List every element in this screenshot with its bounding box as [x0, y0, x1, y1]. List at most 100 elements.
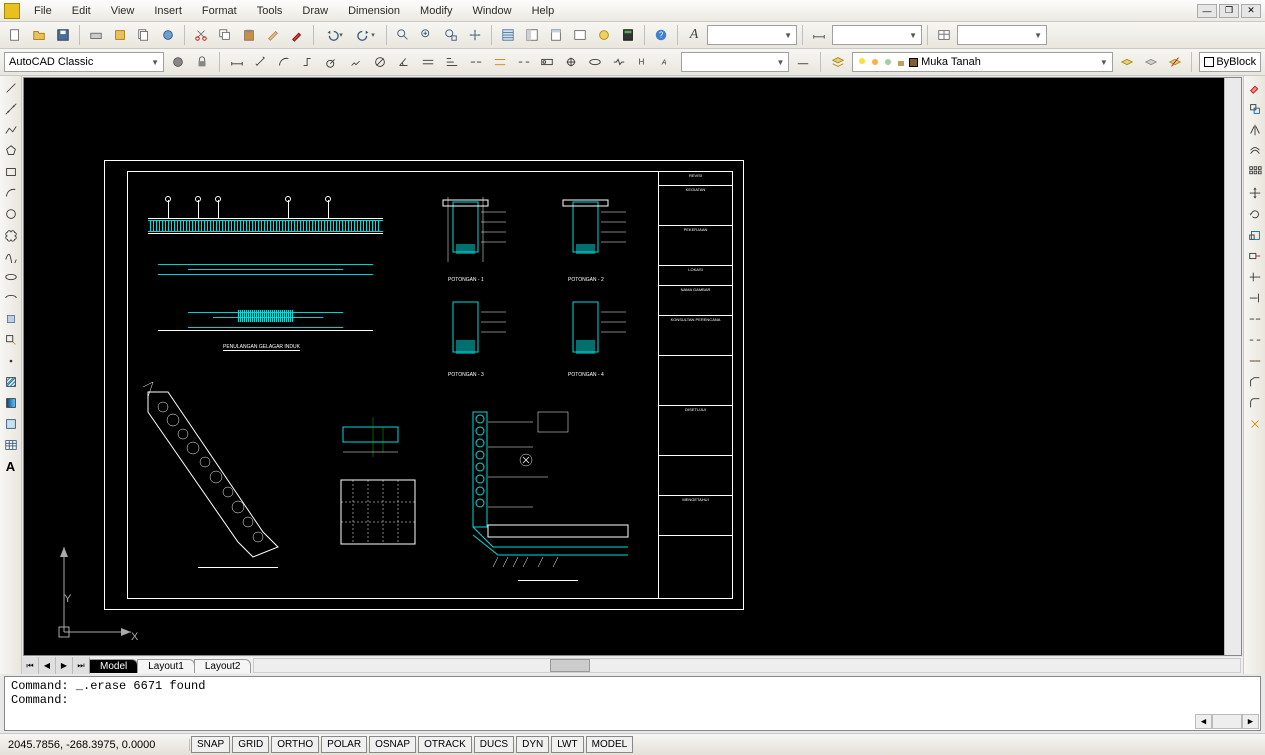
spline-icon[interactable] [1, 246, 21, 266]
dim-aligned-icon[interactable] [251, 51, 271, 73]
region-icon[interactable] [1, 414, 21, 434]
dim-quick-icon[interactable] [418, 51, 438, 73]
menu-view[interactable]: View [101, 2, 145, 20]
offset-icon[interactable] [1245, 141, 1265, 161]
dim-continue-icon[interactable] [466, 51, 486, 73]
layer-tools-3-icon[interactable] [1165, 51, 1185, 73]
array-icon[interactable] [1245, 162, 1265, 182]
make-block-icon[interactable] [1, 330, 21, 350]
menu-modify[interactable]: Modify [410, 2, 462, 20]
menu-window[interactable]: Window [462, 2, 521, 20]
cut-icon[interactable] [190, 24, 212, 46]
polar-toggle[interactable]: POLAR [321, 736, 367, 753]
tab-last-icon[interactable]: ⏭ [73, 657, 90, 674]
extend-icon[interactable] [1245, 288, 1265, 308]
layer-props-icon[interactable] [828, 51, 848, 73]
undo-icon[interactable]: ▾ [319, 24, 349, 46]
dim-radius-icon[interactable] [322, 51, 342, 73]
tab-prev-icon[interactable]: ◀ [39, 657, 56, 674]
dim-break-icon[interactable] [514, 51, 534, 73]
gradient-icon[interactable] [1, 393, 21, 413]
otrack-toggle[interactable]: OTRACK [418, 736, 472, 753]
tab-layout2[interactable]: Layout2 [194, 659, 252, 673]
explode-icon[interactable] [1245, 414, 1265, 434]
pan-icon[interactable] [464, 24, 486, 46]
brush-icon[interactable] [286, 24, 308, 46]
command-window[interactable]: Command: _.erase 6671 found Command: ◀ ▶ [4, 676, 1261, 731]
scroll-thumb[interactable] [1212, 714, 1242, 729]
ellipse-icon[interactable] [1, 267, 21, 287]
ducs-toggle[interactable]: DUCS [474, 736, 514, 753]
table-icon[interactable] [1, 435, 21, 455]
dimstyle-dropdown[interactable]: ▼ [681, 52, 789, 72]
restore-button[interactable]: ❐ [1219, 4, 1239, 18]
help-icon[interactable]: ? [650, 24, 672, 46]
open-icon[interactable] [28, 24, 50, 46]
rectangle-icon[interactable] [1, 162, 21, 182]
layer-tools-1-icon[interactable] [1117, 51, 1137, 73]
trim-icon[interactable] [1245, 267, 1265, 287]
paste-icon[interactable] [238, 24, 260, 46]
mirror-icon[interactable] [1245, 120, 1265, 140]
dim-angular-icon[interactable] [394, 51, 414, 73]
drawing-canvas[interactable]: Y X REVISI KEGIATAN PEKERJAAN LOKASI NAM… [23, 77, 1242, 656]
tolerance-icon[interactable] [537, 51, 557, 73]
menu-format[interactable]: Format [192, 2, 247, 20]
dimstyle-update-icon[interactable] [793, 51, 813, 73]
coordinates-readout[interactable]: 2045.7856, -268.3975, 0.0000 [0, 739, 190, 751]
tool-palettes-icon[interactable] [545, 24, 567, 46]
scroll-right-icon[interactable]: ▶ [1242, 714, 1259, 729]
dim-jogged-icon[interactable] [346, 51, 366, 73]
arc-icon[interactable] [1, 183, 21, 203]
scroll-left-icon[interactable]: ◀ [1195, 714, 1212, 729]
sheet-manager-icon[interactable] [569, 24, 591, 46]
join-icon[interactable] [1245, 351, 1265, 371]
zoom-realtime-icon[interactable] [392, 24, 414, 46]
tab-model[interactable]: Model [89, 659, 138, 673]
move-icon[interactable] [1245, 183, 1265, 203]
zoom-previous-icon[interactable] [440, 24, 462, 46]
center-mark-icon[interactable] [561, 51, 581, 73]
publish-icon[interactable] [109, 24, 131, 46]
menu-draw[interactable]: Draw [292, 2, 338, 20]
plot-icon[interactable] [85, 24, 107, 46]
color-dropdown[interactable]: ByBlock [1199, 52, 1261, 72]
close-button[interactable]: ✕ [1241, 4, 1261, 18]
workspace-lock-icon[interactable] [192, 51, 212, 73]
dim-style-dropdown[interactable]: ▼ [832, 25, 922, 45]
command-scrollbar[interactable]: ◀ ▶ [1195, 714, 1259, 729]
mtext-icon[interactable]: A [1, 456, 21, 476]
dim-inspect-icon[interactable] [585, 51, 605, 73]
design-center-icon[interactable] [521, 24, 543, 46]
pline-icon[interactable] [1, 120, 21, 140]
dim-jogged-linear-icon[interactable] [609, 51, 629, 73]
copy-icon[interactable] [214, 24, 236, 46]
menu-tools[interactable]: Tools [247, 2, 293, 20]
text-style-icon[interactable]: A [683, 24, 705, 46]
hatch-icon[interactable] [1, 372, 21, 392]
dim-arc-icon[interactable] [275, 51, 295, 73]
lwt-toggle[interactable]: LWT [551, 736, 583, 753]
horizontal-scrollbar[interactable] [253, 658, 1241, 673]
xline-icon[interactable] [1, 99, 21, 119]
copy-obj-icon[interactable] [1245, 99, 1265, 119]
table-style-dropdown[interactable]: ▼ [957, 25, 1047, 45]
vertical-scrollbar[interactable] [1224, 78, 1241, 655]
grid-toggle[interactable]: GRID [232, 736, 269, 753]
ellipse-arc-icon[interactable] [1, 288, 21, 308]
circle-icon[interactable] [1, 204, 21, 224]
break-icon[interactable] [1245, 330, 1265, 350]
dim-tedit-icon[interactable]: A [657, 51, 677, 73]
cloud-icon[interactable] [157, 24, 179, 46]
text-style-dropdown[interactable]: ▼ [707, 25, 797, 45]
workspace-settings-icon[interactable] [168, 51, 188, 73]
osnap-toggle[interactable]: OSNAP [369, 736, 416, 753]
match-props-icon[interactable] [262, 24, 284, 46]
dim-space-icon[interactable] [490, 51, 510, 73]
snap-toggle[interactable]: SNAP [191, 736, 230, 753]
dyn-toggle[interactable]: DYN [516, 736, 549, 753]
menu-file[interactable]: File [24, 2, 62, 20]
polygon-icon[interactable] [1, 141, 21, 161]
new-icon[interactable] [4, 24, 26, 46]
tab-layout1[interactable]: Layout1 [137, 659, 195, 673]
